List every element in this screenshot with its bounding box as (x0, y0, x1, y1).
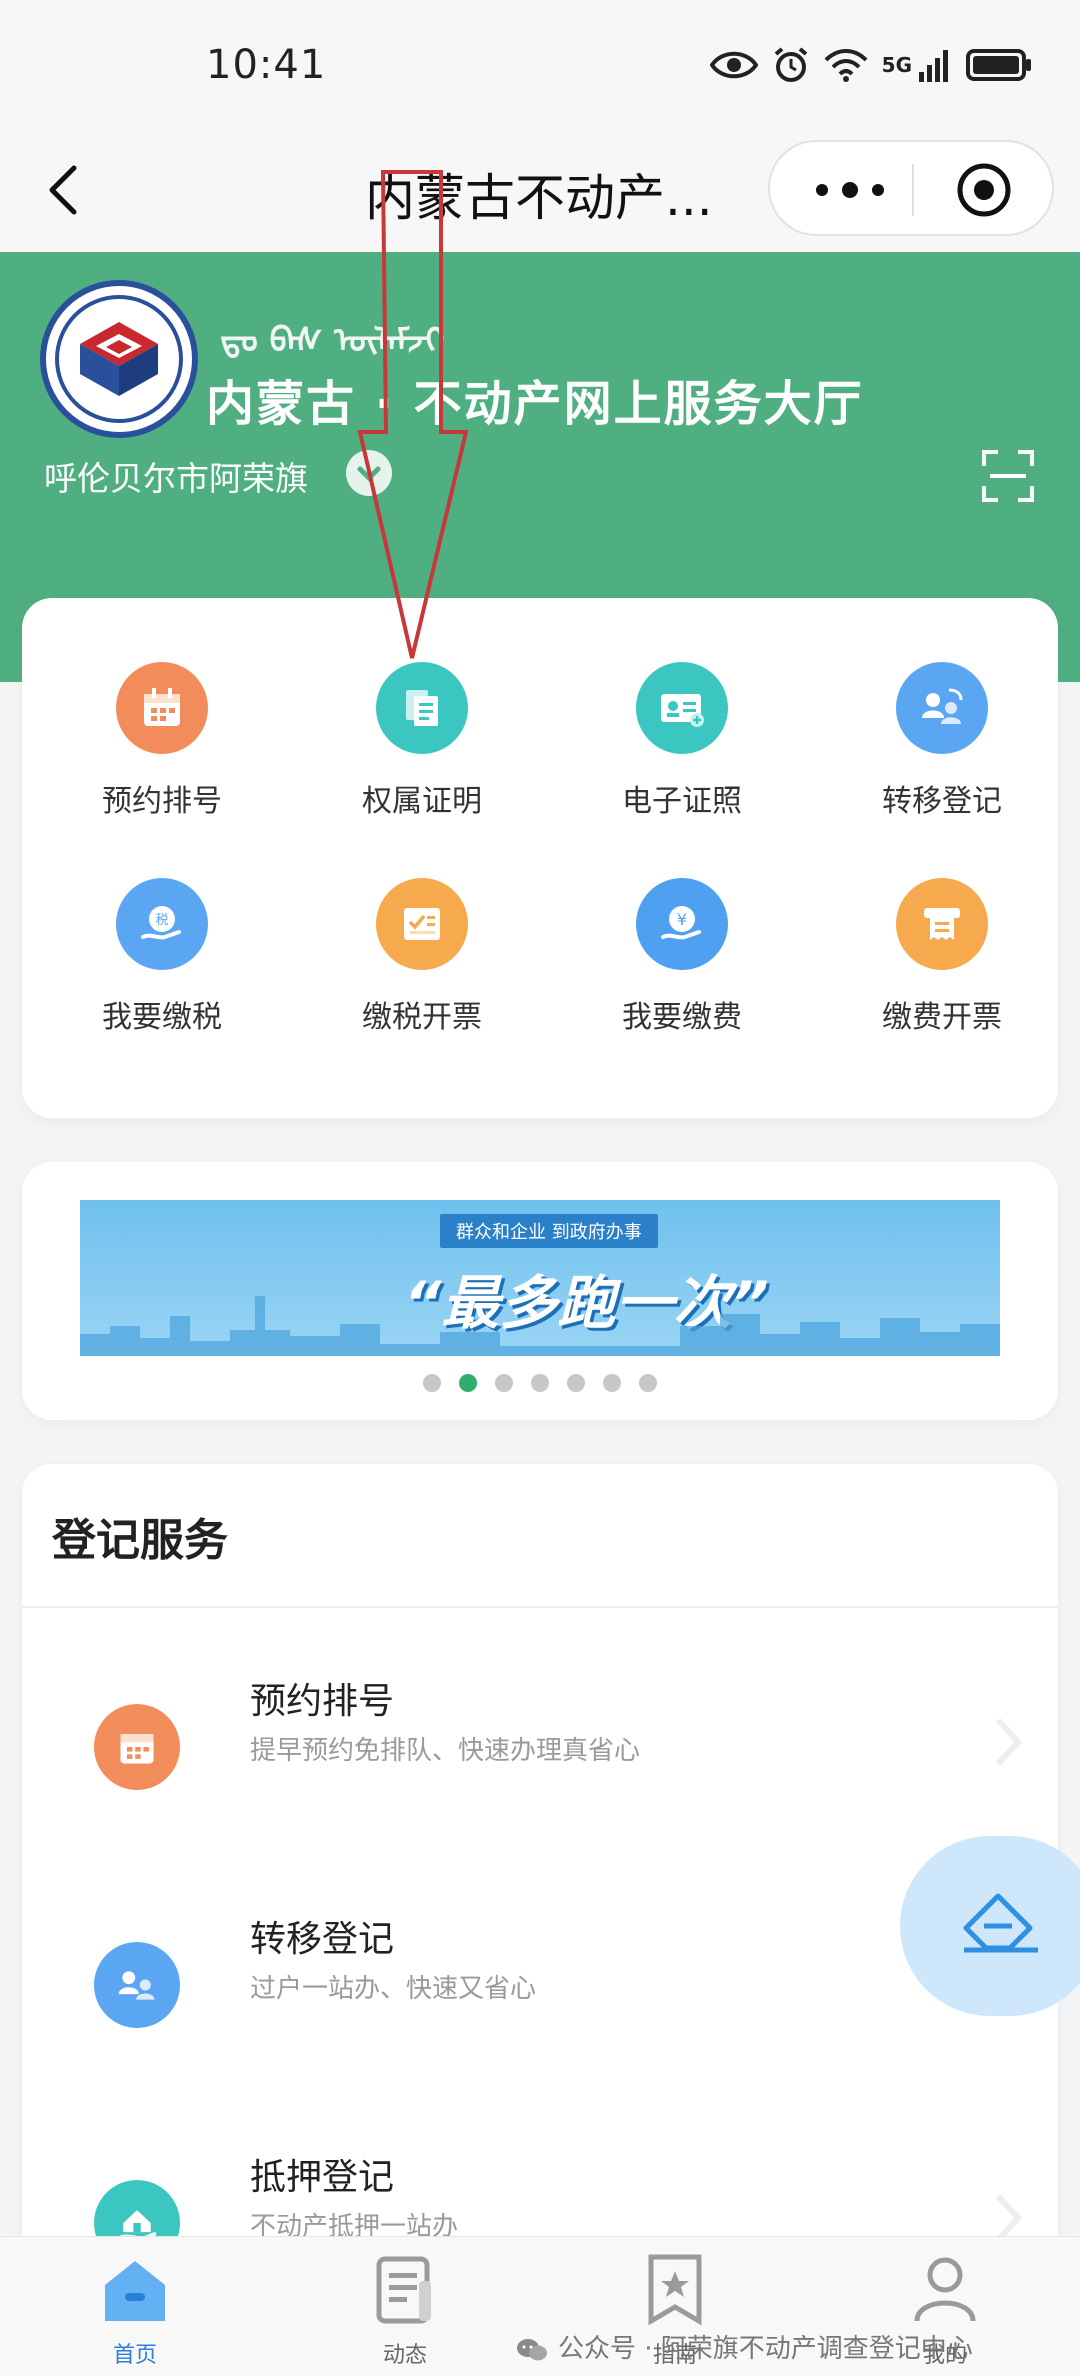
calendar-icon (94, 1704, 180, 1790)
carousel-dot[interactable] (423, 1374, 441, 1392)
grid-label: 权属证明 (362, 784, 482, 819)
tax-icon: 税 (116, 878, 208, 970)
grid-label: 我要缴税 (102, 1000, 222, 1035)
receipt-icon (896, 878, 988, 970)
users-transfer-icon (94, 1942, 180, 2028)
wechat-watermark: 公众号 · 阿荣旗不动产调查登记中心 (516, 2328, 973, 2365)
grid-label: 电子证照 (622, 784, 742, 819)
grid-item-appointment[interactable]: 预约排号 (52, 662, 272, 820)
tab-home[interactable]: 首页 (60, 2251, 210, 2369)
document-icon (376, 662, 468, 754)
mini-program-capsule (768, 140, 1054, 236)
user-icon (914, 2257, 976, 2322)
back-icon[interactable] (36, 160, 96, 220)
banner-carousel[interactable]: 群众和企业 到政府办事 “最多跑一次” (22, 1162, 1058, 1420)
service-row-appointment[interactable]: 预约排号 提早预约免排队、快速办理真省心 (22, 1664, 1058, 1864)
eye-icon (709, 51, 758, 79)
svg-text:税: 税 (155, 913, 168, 928)
quick-services-grid: 预约排号 权属证明 电子证照 转移登记 税 我要缴税 缴税开票 ¥ 我要缴费 缴… (22, 598, 1058, 1118)
carousel-dot[interactable] (603, 1374, 621, 1392)
carousel-dot[interactable] (495, 1374, 513, 1392)
grid-item-tax-invoice[interactable]: 缴税开票 (312, 878, 532, 1036)
carousel-dots (22, 1374, 1058, 1392)
banner-tag: 群众和企业 到政府办事 (440, 1214, 658, 1248)
bookmark-star-icon (648, 2254, 702, 2326)
grid-label: 缴费开票 (882, 1000, 1002, 1035)
chevron-down-icon[interactable] (346, 450, 392, 496)
grid-label: 我要缴费 (622, 1000, 742, 1035)
grid-label: 缴税开票 (362, 1000, 482, 1035)
alarm-icon (774, 47, 807, 82)
edit-eraser-icon (963, 1893, 1038, 1953)
carousel-dot-active[interactable] (459, 1374, 477, 1392)
city-selector-label[interactable]: 呼伦贝尔市阿荣旗 (44, 452, 308, 500)
hall-title: 内蒙古 · 不动产网上服务大厅 (206, 376, 864, 432)
home-icon (105, 2261, 165, 2321)
id-card-icon (636, 662, 728, 754)
wifi-icon (824, 49, 868, 82)
nav-bar: 内蒙古不动产... (0, 130, 1080, 252)
tab-news[interactable]: 动态 (330, 2251, 480, 2369)
grid-item-transfer[interactable]: 转移登记 (832, 662, 1052, 820)
mongolian-script: ᠳᠣ ᠪᠠᠰ ᠦᠯᠡᠮᠵᠢ (220, 321, 445, 361)
calendar-icon (116, 662, 208, 754)
floating-feedback-button[interactable] (900, 1836, 1080, 2016)
service-desc: 提早预约免排队、快速办理真省心 (250, 1736, 641, 1766)
grid-item-ownership-proof[interactable]: 权属证明 (312, 662, 532, 820)
battery-icon (966, 49, 1031, 81)
scan-icon[interactable] (980, 448, 1036, 504)
service-name: 抵押登记 (250, 2157, 395, 2198)
signal-icon (919, 50, 948, 82)
svg-text:¥: ¥ (677, 910, 687, 929)
status-bar: 10:41 5G (0, 0, 1080, 130)
service-desc: 过户一站办、快速又省心 (250, 1974, 537, 2004)
grid-item-fee-invoice[interactable]: 缴费开票 (832, 878, 1052, 1036)
watermark-text: 公众号 · 阿荣旗不动产调查登记中心 (558, 2334, 973, 2364)
close-mini-program-icon[interactable] (956, 162, 1012, 218)
chevron-right-icon (995, 1717, 1023, 1767)
carousel-dot[interactable] (639, 1374, 657, 1392)
page-title: 内蒙古不动产... (365, 169, 713, 227)
carousel-dot[interactable] (567, 1374, 585, 1392)
service-name: 转移登记 (250, 1919, 395, 1960)
network-type: 5G (881, 53, 912, 77)
section-divider (22, 1606, 1058, 1608)
users-transfer-icon (896, 662, 988, 754)
capsule-divider (912, 164, 914, 216)
tab-label: 动态 (382, 2343, 427, 2368)
service-name: 预约排号 (250, 1681, 395, 1722)
grid-item-pay-tax[interactable]: 税 我要缴税 (52, 878, 272, 1036)
real-estate-logo (40, 280, 198, 438)
checklist-icon (376, 878, 468, 970)
more-icon[interactable] (810, 172, 890, 208)
section-title: 登记服务 (52, 1515, 228, 1566)
status-time: 10:41 (206, 42, 327, 88)
wechat-icon (517, 2338, 547, 2360)
grid-label: 转移登记 (882, 784, 1002, 819)
grid-item-e-certificate[interactable]: 电子证照 (572, 662, 792, 820)
tab-label: 首页 (112, 2343, 157, 2368)
banner-image[interactable]: 群众和企业 到政府办事 “最多跑一次” (80, 1200, 1000, 1356)
payment-icon: ¥ (636, 878, 728, 970)
news-icon (376, 2256, 431, 2324)
carousel-dot[interactable] (531, 1374, 549, 1392)
grid-label: 预约排号 (102, 784, 222, 819)
status-icons: 5G (709, 46, 1032, 84)
grid-item-pay-fee[interactable]: ¥ 我要缴费 (572, 878, 792, 1036)
city-skyline-graphic (80, 1296, 1000, 1356)
